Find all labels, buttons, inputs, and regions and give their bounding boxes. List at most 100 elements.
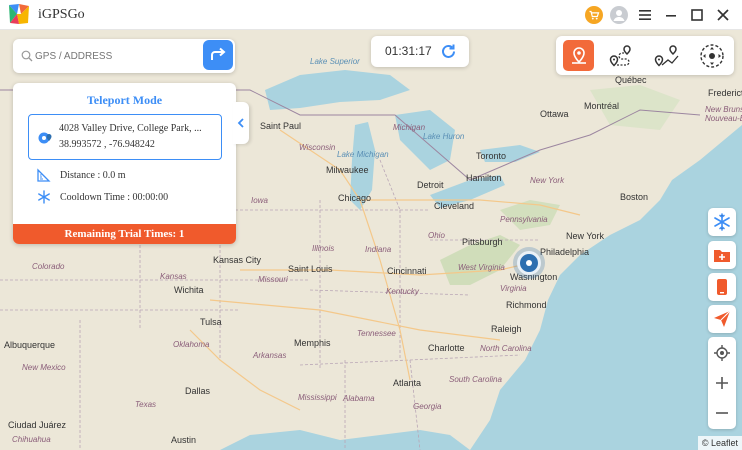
favorites-button[interactable]: [708, 241, 736, 269]
map-label: Pittsburgh: [462, 237, 503, 247]
map-label: West Virginia: [458, 263, 505, 272]
store-button[interactable]: [584, 5, 604, 25]
map-label: Lake Superior: [310, 57, 360, 66]
device-button[interactable]: [708, 273, 736, 301]
ruler-icon: [37, 168, 51, 182]
search-icon: [21, 50, 33, 62]
collapse-panel-button[interactable]: [233, 102, 249, 144]
folder-add-icon: [714, 250, 730, 262]
map-label: Pennsylvania: [500, 215, 548, 224]
map-label: Philadelphia: [540, 247, 590, 257]
two-spot-mode-button[interactable]: [605, 40, 636, 71]
mode-toolbar: [556, 36, 734, 75]
map-label: Detroit: [417, 180, 444, 190]
map-label: Wichita: [174, 285, 204, 295]
account-button[interactable]: [609, 5, 629, 25]
timer-value: 01:31:17: [385, 44, 432, 58]
menu-button[interactable]: [635, 5, 655, 25]
map-label: Michigan: [393, 123, 426, 132]
map-label: Charlotte: [428, 343, 465, 353]
trial-banner[interactable]: Remaining Trial Times: 1: [13, 224, 236, 244]
cooldown-text: Cooldown Time : 00:00:00: [60, 191, 169, 203]
maximize-button[interactable]: [687, 5, 707, 25]
map-label: Cleveland: [434, 201, 475, 211]
map-label: Québec: [615, 75, 647, 85]
map-label: Raleigh: [491, 324, 522, 334]
cooldown-row: Cooldown Time : 00:00:00: [37, 190, 168, 204]
minimize-button[interactable]: [661, 5, 681, 25]
distance-row: Distance : 0.0 m: [37, 168, 126, 182]
plus-icon: [716, 377, 728, 389]
send-location-button[interactable]: [708, 305, 736, 333]
map-label: Toronto: [476, 151, 507, 161]
joystick-mode-button[interactable]: [696, 40, 727, 71]
map-label: Lake Huron: [423, 132, 465, 141]
map-label: Albuquerque: [4, 340, 56, 350]
zoom-out-button[interactable]: [708, 399, 736, 427]
map-label: Colorado: [32, 262, 65, 271]
map-label: Kentucky: [386, 287, 419, 296]
crosshair-icon: [714, 345, 730, 361]
minimize-icon: [666, 15, 676, 17]
map-label: New York: [530, 176, 565, 185]
paper-plane-icon: [714, 310, 731, 327]
snowflake-icon: [38, 190, 50, 204]
teleport-mode-button[interactable]: [563, 40, 594, 71]
search-bar: [13, 39, 235, 73]
map-label: Chicago: [338, 193, 372, 203]
cart-icon: [585, 6, 603, 24]
close-button[interactable]: [713, 5, 733, 25]
app-title: iGPSGo: [38, 7, 85, 22]
map-label: Chihuahua: [12, 435, 51, 444]
minus-icon: [716, 412, 728, 414]
map-label: Dallas: [185, 386, 211, 396]
address-box[interactable]: 4028 Valley Drive, College Park, ... 38.…: [28, 114, 222, 160]
refresh-icon[interactable]: [440, 43, 457, 60]
map-label: Atlanta: [393, 378, 422, 388]
maximize-icon: [691, 9, 703, 21]
map-label: Oklahoma: [173, 340, 210, 349]
panel-title: Teleport Mode: [86, 93, 163, 107]
address-text: 4028 Valley Drive, College Park, ...: [59, 123, 202, 134]
map-label: Boston: [620, 192, 649, 202]
map-attribution[interactable]: © Leaflet: [697, 436, 742, 450]
map-label: Tennessee: [357, 329, 396, 338]
map-label: Saint Louis: [288, 264, 333, 274]
locate-button[interactable]: [708, 339, 736, 367]
map-label: Iowa: [251, 196, 268, 205]
map-label: Fredericton: [708, 88, 742, 98]
title-bar: iGPSGo: [0, 0, 742, 30]
map-label: South Carolina: [449, 375, 502, 384]
teleport-panel: Teleport Mode 4028 Valley Drive, College…: [13, 83, 236, 244]
coordinates-text: 38.993572 , -76.948242: [59, 139, 155, 150]
app-logo-icon: [9, 4, 29, 24]
map-label: Tulsa: [200, 317, 222, 327]
distance-text: Distance : 0.0 m: [60, 169, 126, 181]
map-label: Illinois: [312, 244, 335, 253]
multi-spot-mode-button[interactable]: [651, 40, 682, 71]
map-label: Cincinnati: [387, 266, 427, 276]
map-label: Nouveau-Brunswick: [705, 114, 742, 123]
map-label: New York: [566, 231, 605, 241]
zoom-controls: [708, 337, 736, 429]
joystick-icon: [699, 43, 724, 68]
phone-icon: [717, 279, 727, 295]
map-label: Lake Michigan: [337, 150, 389, 159]
map-label: Montréal: [584, 101, 620, 111]
multi-spot-route-icon: [654, 44, 678, 67]
cooldown-toggle-button[interactable]: [708, 208, 736, 236]
map-label: North Carolina: [480, 344, 532, 353]
snowflake-icon: [714, 213, 730, 231]
go-button[interactable]: [203, 40, 233, 70]
location-route-icon: [38, 132, 52, 144]
map-label: Ottawa: [540, 109, 569, 119]
map-label: Milwaukee: [326, 165, 369, 175]
map-label: Virginia: [500, 284, 527, 293]
map-label: Mississippi: [298, 393, 337, 402]
zoom-in-button[interactable]: [708, 369, 736, 397]
map-label: Ciudad Juárez: [8, 420, 67, 430]
map-label: Austin: [171, 435, 197, 445]
teleport-pin-icon: [571, 46, 586, 64]
location-marker[interactable]: [517, 251, 541, 275]
search-input[interactable]: [35, 47, 205, 65]
